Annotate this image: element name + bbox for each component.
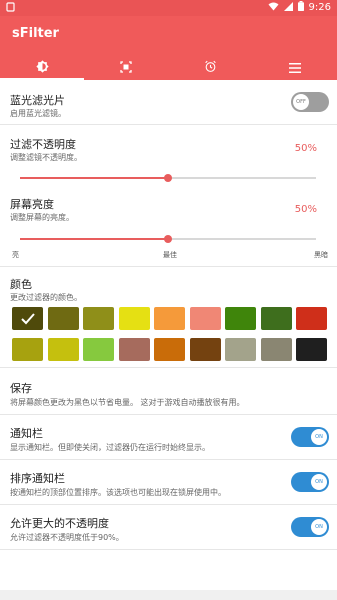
color-swatch[interactable] [154, 307, 185, 330]
sort-notification-subtitle: 按通知栏的顶部位置排序。该选项也可能出现在锁屏使用中。 [10, 488, 226, 497]
signal-icon [283, 1, 293, 14]
sort-notification-row[interactable]: 排序通知栏 按通知栏的顶部位置排序。该选项也可能出现在锁屏使用中。 ON [0, 460, 337, 504]
divider [0, 549, 337, 550]
color-swatch[interactable] [83, 307, 114, 330]
brightness-label-dark: 黑暗 [314, 251, 328, 259]
status-bar: 9:26 [0, 0, 337, 16]
opacity-title: 过滤不透明度 [10, 138, 76, 151]
blue-light-toggle[interactable]: OFF [291, 92, 329, 112]
max-opacity-toggle[interactable]: ON [291, 517, 329, 537]
brightness-value: 50% [294, 204, 317, 215]
brightness-title: 屏幕亮度 [10, 198, 54, 211]
color-swatch[interactable] [83, 338, 114, 361]
blue-light-subtitle: 启用蓝光滤镜。 [10, 109, 66, 118]
brightness-slider-fill [20, 238, 168, 240]
color-swatch[interactable] [12, 307, 43, 330]
opacity-subtitle: 调整滤镜不透明度。 [10, 153, 82, 162]
color-swatch[interactable] [225, 338, 256, 361]
notification-toggle[interactable]: ON [291, 427, 329, 447]
sort-notification-title: 排序通知栏 [10, 472, 65, 485]
blue-light-title: 蓝光滤光片 [10, 94, 65, 107]
check-icon [12, 307, 43, 330]
save-row[interactable]: 保存 将屏幕颜色更改为黑色以节省电量。 这对于游戏自动播放很有用。 [0, 368, 337, 414]
toggle-knob: ON [311, 519, 327, 535]
color-swatch[interactable] [260, 307, 292, 330]
bottom-system-bar [0, 590, 337, 600]
save-subtitle: 将屏幕颜色更改为黑色以节省电量。 这对于游戏自动播放很有用。 [10, 398, 245, 407]
max-opacity-row[interactable]: 允许更大的不透明度 允许过滤器不透明度低于90%。 ON [0, 505, 337, 549]
color-swatch[interactable] [47, 307, 79, 330]
opacity-slider-fill [20, 177, 168, 179]
notification-icon [6, 2, 15, 15]
opacity-slider[interactable] [20, 174, 316, 182]
tab-menu[interactable] [253, 54, 337, 80]
brightness-label-optimal: 最佳 [163, 251, 177, 259]
sort-notification-toggle[interactable]: ON [291, 472, 329, 492]
battery-icon [297, 1, 304, 14]
opacity-slider-thumb[interactable] [164, 174, 172, 182]
notification-subtitle: 显示通知栏。但即使关闭，过滤器仍在运行时始终显示。 [10, 443, 210, 452]
blue-light-row[interactable]: 蓝光滤光片 启用蓝光滤镜。 OFF [0, 80, 337, 124]
max-opacity-title: 允许更大的不透明度 [10, 517, 109, 530]
color-swatch[interactable] [118, 307, 150, 330]
tab-overlay[interactable] [84, 54, 168, 80]
notification-row[interactable]: 通知栏 显示通知栏。但即使关闭，过滤器仍在运行时始终显示。 ON [0, 415, 337, 459]
app-bar: sFilter [0, 16, 337, 80]
brightness-icon [35, 58, 49, 77]
toggle-knob: ON [311, 474, 327, 490]
color-row: 颜色 更改过滤器的颜色。 [0, 267, 337, 365]
max-opacity-subtitle: 允许过滤器不透明度低于90%。 [10, 533, 124, 542]
dashed-square-icon [120, 58, 133, 77]
wifi-icon [268, 2, 279, 14]
color-swatch[interactable] [296, 338, 327, 361]
brightness-row: 屏幕亮度 调整屏幕的亮度。 50% 亮 最佳 黑暗 [0, 186, 337, 264]
opacity-value: 50% [294, 143, 317, 154]
tab-filter[interactable] [0, 54, 85, 80]
tab-bar [0, 54, 337, 80]
color-swatch[interactable] [118, 338, 150, 361]
color-swatch[interactable] [47, 338, 79, 361]
color-swatch[interactable] [260, 338, 292, 361]
color-swatch[interactable] [225, 307, 256, 330]
color-swatch[interactable] [189, 338, 221, 361]
toggle-knob: OFF [293, 94, 309, 110]
brightness-slider-thumb[interactable] [164, 235, 172, 243]
alarm-icon [204, 58, 217, 77]
color-swatch[interactable] [154, 338, 185, 361]
color-title: 颜色 [10, 278, 32, 291]
menu-icon [288, 58, 301, 77]
tab-alarm[interactable] [169, 54, 253, 80]
save-title: 保存 [10, 382, 32, 395]
app-title: sFilter [12, 26, 59, 41]
notification-title: 通知栏 [10, 427, 43, 440]
brightness-subtitle: 调整屏幕的亮度。 [10, 213, 74, 222]
brightness-label-bright: 亮 [12, 251, 19, 259]
color-subtitle: 更改过滤器的颜色。 [10, 293, 82, 302]
brightness-slider[interactable] [20, 235, 316, 243]
color-swatch-grid [12, 307, 327, 363]
brightness-scale-labels: 亮 最佳 黑暗 [12, 250, 328, 262]
clock-time: 9:26 [308, 2, 331, 13]
color-swatch[interactable] [189, 307, 221, 330]
color-swatch[interactable] [296, 307, 327, 330]
toggle-knob: ON [311, 429, 327, 445]
color-swatch[interactable] [12, 338, 43, 361]
opacity-row: 过滤不透明度 调整滤镜不透明度。 50% [0, 125, 337, 185]
